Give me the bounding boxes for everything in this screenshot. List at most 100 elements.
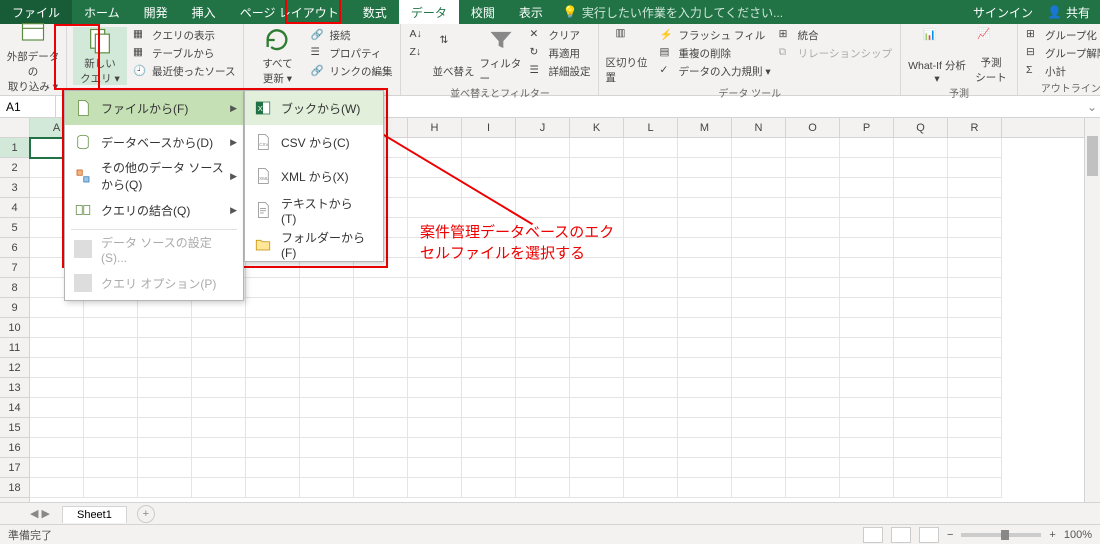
cell-K12[interactable] <box>570 358 624 378</box>
cell-R14[interactable] <box>948 398 1002 418</box>
cell-G18[interactable] <box>354 478 408 498</box>
cell-B17[interactable] <box>84 458 138 478</box>
cell-R18[interactable] <box>948 478 1002 498</box>
cell-M9[interactable] <box>678 298 732 318</box>
cell-E11[interactable] <box>246 338 300 358</box>
view-normal-button[interactable] <box>863 527 883 543</box>
cell-Q18[interactable] <box>894 478 948 498</box>
cell-B18[interactable] <box>84 478 138 498</box>
cell-K8[interactable] <box>570 278 624 298</box>
col-header-J[interactable]: J <box>516 118 570 137</box>
cell-J4[interactable] <box>516 198 570 218</box>
cell-M8[interactable] <box>678 278 732 298</box>
cell-K4[interactable] <box>570 198 624 218</box>
forecast-sheet-button[interactable]: 📈 予測 シート <box>971 27 1011 85</box>
cell-J13[interactable] <box>516 378 570 398</box>
cell-Q10[interactable] <box>894 318 948 338</box>
cell-F13[interactable] <box>300 378 354 398</box>
col-header-Q[interactable]: Q <box>894 118 948 137</box>
col-header-N[interactable]: N <box>732 118 786 137</box>
scrollbar-thumb[interactable] <box>1087 136 1098 176</box>
cell-O1[interactable] <box>786 138 840 158</box>
cell-Q16[interactable] <box>894 438 948 458</box>
cell-G10[interactable] <box>354 318 408 338</box>
cell-G16[interactable] <box>354 438 408 458</box>
cell-N14[interactable] <box>732 398 786 418</box>
cell-F17[interactable] <box>300 458 354 478</box>
cell-O17[interactable] <box>786 458 840 478</box>
cell-K1[interactable] <box>570 138 624 158</box>
cell-R6[interactable] <box>948 238 1002 258</box>
connections-button[interactable]: 🔗接続 <box>308 27 394 44</box>
cell-L18[interactable] <box>624 478 678 498</box>
cell-F14[interactable] <box>300 398 354 418</box>
sort-az-button[interactable]: A↓ <box>407 27 427 44</box>
col-header-O[interactable]: O <box>786 118 840 137</box>
cell-J14[interactable] <box>516 398 570 418</box>
cell-C16[interactable] <box>138 438 192 458</box>
cell-R11[interactable] <box>948 338 1002 358</box>
cell-P5[interactable] <box>840 218 894 238</box>
cell-H13[interactable] <box>408 378 462 398</box>
cell-H15[interactable] <box>408 418 462 438</box>
cell-N17[interactable] <box>732 458 786 478</box>
cell-I12[interactable] <box>462 358 516 378</box>
cell-P13[interactable] <box>840 378 894 398</box>
cell-O3[interactable] <box>786 178 840 198</box>
cell-I14[interactable] <box>462 398 516 418</box>
cell-G12[interactable] <box>354 358 408 378</box>
cell-Q15[interactable] <box>894 418 948 438</box>
menu-item[interactable]: Xブックから(W) <box>245 91 383 125</box>
ungroup-button[interactable]: ⊟グループ解除 ▾ <box>1024 45 1100 62</box>
cell-C13[interactable] <box>138 378 192 398</box>
cell-L9[interactable] <box>624 298 678 318</box>
cell-H17[interactable] <box>408 458 462 478</box>
cell-D17[interactable] <box>192 458 246 478</box>
cell-Q7[interactable] <box>894 258 948 278</box>
cell-P14[interactable] <box>840 398 894 418</box>
cell-E17[interactable] <box>246 458 300 478</box>
tell-me-box[interactable]: 💡 実行したい作業を入力してください... <box>563 0 783 24</box>
menu-item[interactable]: その他のデータ ソースから(Q)▶ <box>65 159 243 193</box>
menu-item[interactable]: データ ソースの設定(S)... <box>65 232 243 266</box>
cell-G14[interactable] <box>354 398 408 418</box>
cell-D15[interactable] <box>192 418 246 438</box>
edit-links-button[interactable]: 🔗リンクの編集 <box>308 63 394 80</box>
cell-B11[interactable] <box>84 338 138 358</box>
cell-B15[interactable] <box>84 418 138 438</box>
cell-K2[interactable] <box>570 158 624 178</box>
cell-N16[interactable] <box>732 438 786 458</box>
zoom-in-button[interactable]: + <box>1049 529 1055 541</box>
cell-J17[interactable] <box>516 458 570 478</box>
cell-C18[interactable] <box>138 478 192 498</box>
cell-O16[interactable] <box>786 438 840 458</box>
cell-N6[interactable] <box>732 238 786 258</box>
select-all-corner[interactable] <box>0 118 30 138</box>
cell-M10[interactable] <box>678 318 732 338</box>
cell-K16[interactable] <box>570 438 624 458</box>
cell-R17[interactable] <box>948 458 1002 478</box>
cell-L11[interactable] <box>624 338 678 358</box>
cell-Q4[interactable] <box>894 198 948 218</box>
tab-view[interactable]: 表示 <box>507 0 555 24</box>
cell-J16[interactable] <box>516 438 570 458</box>
cell-I15[interactable] <box>462 418 516 438</box>
cell-Q13[interactable] <box>894 378 948 398</box>
cell-N11[interactable] <box>732 338 786 358</box>
cell-N7[interactable] <box>732 258 786 278</box>
cell-A13[interactable] <box>30 378 84 398</box>
cell-N2[interactable] <box>732 158 786 178</box>
cell-E18[interactable] <box>246 478 300 498</box>
row-header-6[interactable]: 6 <box>0 238 29 258</box>
cell-K14[interactable] <box>570 398 624 418</box>
cell-G15[interactable] <box>354 418 408 438</box>
cell-C12[interactable] <box>138 358 192 378</box>
sort-button[interactable]: ⇅ 並べ替え <box>431 27 475 85</box>
cell-H18[interactable] <box>408 478 462 498</box>
cell-M6[interactable] <box>678 238 732 258</box>
cell-A17[interactable] <box>30 458 84 478</box>
cell-I11[interactable] <box>462 338 516 358</box>
row-header-5[interactable]: 5 <box>0 218 29 238</box>
cell-O15[interactable] <box>786 418 840 438</box>
cell-O9[interactable] <box>786 298 840 318</box>
